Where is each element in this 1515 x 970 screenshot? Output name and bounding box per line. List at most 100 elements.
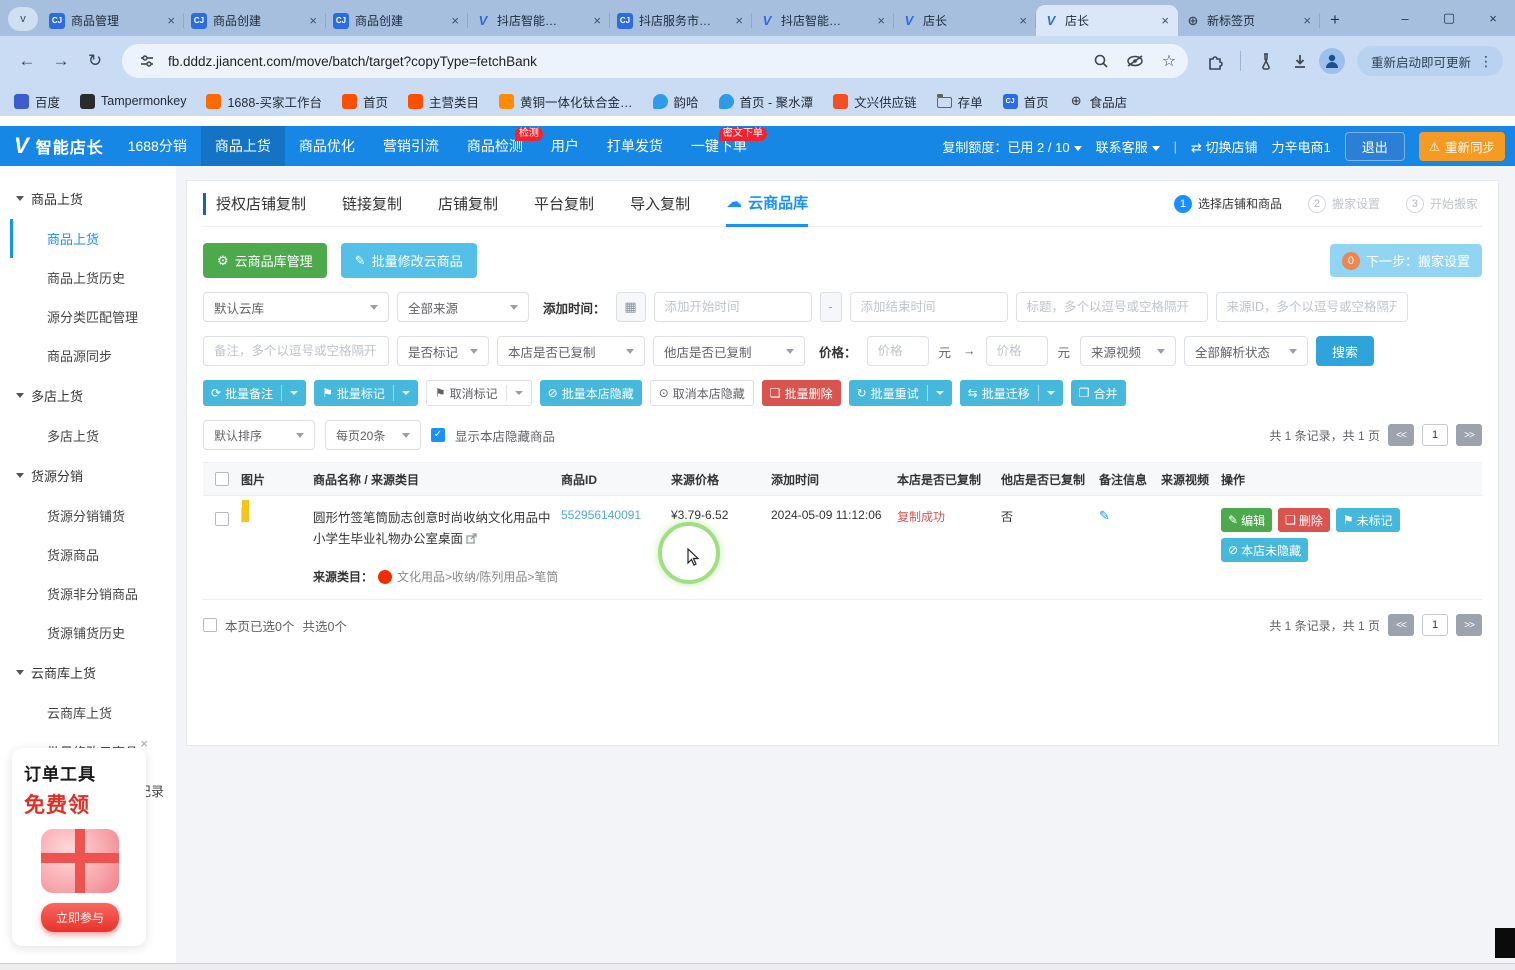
browser-tab-active[interactable]: V店长× [1036,5,1178,36]
footer-select-all-checkbox[interactable] [203,618,217,632]
batch-note-button[interactable]: ⟳批量备注 [203,380,306,406]
tab-close-icon[interactable]: × [591,13,603,28]
tab-shop-copy[interactable]: 店铺复制 [438,181,498,227]
bookmark-item[interactable]: Tampermonkey [80,94,186,109]
nav-item-shipping[interactable]: 打单发货 [593,126,677,166]
cloud-library-select[interactable]: 默认云库 [203,292,389,322]
tab-cloud-product-library[interactable]: ☁云商品库 [726,181,808,227]
calendar-icon[interactable]: ▦ [616,292,646,322]
show-hidden-checkbox[interactable]: ✓ [431,428,445,442]
sidebar-item-non-distribution[interactable]: 货源非分销商品 [10,574,176,613]
sidebar-item-source-products[interactable]: 货源商品 [10,535,176,574]
sync-button[interactable]: ⚠重新同步 [1419,132,1505,161]
back-button[interactable]: ← [12,46,42,76]
other-shop-copied-select[interactable]: 他店是否已复制 [653,336,805,366]
nav-item-detect[interactable]: 商品检测检测 [453,126,537,166]
nav-item-product-upload[interactable]: 商品上货 [201,126,285,166]
nav-item-users[interactable]: 用户 [537,126,593,166]
batch-mark-button[interactable]: ⚑批量标记 [314,380,418,406]
extensions-icon[interactable] [1200,46,1230,76]
switch-shop[interactable]: ⇄ 切换店铺 [1191,137,1258,156]
zoom-icon[interactable] [1088,48,1114,74]
kebab-menu-icon[interactable]: ⋮ [1479,53,1493,70]
end-time-input[interactable] [850,292,1008,322]
sidebar-item-listing-history[interactable]: 货源铺货历史 [10,613,176,652]
profile-avatar[interactable] [1319,48,1345,74]
merge-button[interactable]: ❐合并 [1071,380,1126,406]
bookmark-folder[interactable]: 存单 [937,92,983,111]
sidebar-group-multi-shop[interactable]: 多店上货 [0,375,176,416]
sort-select[interactable]: 默认排序 [203,420,315,450]
source-id-input[interactable] [1216,292,1408,322]
tab-search-button[interactable]: v [8,7,38,31]
cancel-hide-button[interactable]: ⊙取消本店隐藏 [650,380,754,406]
start-time-input[interactable] [654,292,812,322]
bookmark-item[interactable]: ⊕食品店 [1069,92,1128,111]
batch-hide-button[interactable]: ⊘批量本店隐藏 [540,380,642,406]
new-tab-button[interactable]: + [1320,10,1350,36]
price-max-input[interactable] [986,336,1048,366]
tab-platform-copy[interactable]: 平台复制 [534,181,594,227]
next-page-button[interactable]: >> [1456,614,1482,636]
site-info-icon[interactable] [134,48,160,74]
delete-button[interactable]: ❏删除 [1278,508,1330,532]
bookmark-item[interactable]: CJ首页 [1003,92,1049,111]
product-id-link[interactable]: 552956140091 [561,508,641,522]
cancel-mark-button[interactable]: ⚑取消标记 [426,380,532,406]
promo-close-icon[interactable]: × [140,736,148,751]
batch-migrate-button[interactable]: ⇆批量迁移 [960,380,1063,406]
page-size-select[interactable]: 每页20条 [325,420,421,450]
browser-tab[interactable]: V抖店智能…× [468,5,610,36]
nav-item-one-click-order[interactable]: 一键下单密文下单 [677,126,761,166]
sidebar-item-product-upload[interactable]: 商品上货 [10,219,176,258]
sidebar-item-cloud-upload[interactable]: 云商库上货 [10,693,176,732]
nav-item-1688[interactable]: 1688分销 [114,126,201,166]
sidebar-group-distribution[interactable]: 货源分销 [0,455,176,496]
tab-close-icon[interactable]: × [1301,13,1313,28]
tab-import-copy[interactable]: 导入复制 [630,181,690,227]
row-checkbox[interactable] [215,512,229,526]
download-icon[interactable] [1285,46,1315,76]
window-close-button[interactable]: × [1471,0,1515,36]
tab-close-icon[interactable]: × [1017,13,1029,28]
address-bar[interactable]: fb.dddz.jiancent.com/move/batch/target?c… [122,44,1188,78]
edit-button[interactable]: ✎编辑 [1221,508,1272,532]
price-min-input[interactable] [867,336,929,366]
sidebar-group-product-upload[interactable]: 商品上货 [0,178,176,219]
next-step-button[interactable]: 0下一步：搬家设置 [1330,244,1482,277]
reload-button[interactable]: ↻ [80,46,110,76]
logout-button[interactable]: 退出 [1345,132,1405,161]
mark-select[interactable]: 是否标记 [397,336,489,366]
cloud-library-manage-button[interactable]: ⚙云商品库管理 [203,243,327,278]
eye-off-icon[interactable] [1122,48,1148,74]
browser-tab[interactable]: ⊕新标签页× [1178,5,1320,36]
window-maximize-button[interactable]: ▢ [1427,0,1471,36]
bookmark-item[interactable]: 韵哈 [653,92,699,111]
prev-page-button[interactable]: << [1388,424,1414,446]
batch-edit-cloud-button[interactable]: ✎批量修改云商品 [341,243,477,278]
browser-tab[interactable]: CJ商品创建× [326,5,468,36]
sidebar-item-distribution-listing[interactable]: 货源分销铺货 [10,496,176,535]
tab-close-icon[interactable]: × [875,13,887,28]
this-shop-copied-select[interactable]: 本店是否已复制 [497,336,645,366]
bookmark-item[interactable]: 1688-买家工作台 [206,92,321,111]
edit-note-icon[interactable]: ✎ [1099,508,1110,523]
forward-button[interactable]: → [46,46,76,76]
search-button[interactable]: 搜索 [1316,336,1374,366]
next-page-button[interactable]: >> [1456,424,1482,446]
tab-link-copy[interactable]: 链接复制 [342,181,402,227]
promo-join-button[interactable]: 立即参与 [41,903,119,932]
browser-tab[interactable]: CJ抖店服务市…× [610,5,752,36]
nav-item-optimize[interactable]: 商品优化 [285,126,369,166]
page-number-button[interactable]: 1 [1422,614,1448,636]
chrome-update-button[interactable]: 重新启动即可更新 ⋮ [1357,46,1503,76]
select-all-checkbox[interactable] [215,472,229,486]
source-select[interactable]: 全部来源 [397,292,529,322]
bookmark-item[interactable]: 首页 - 聚水潭 [719,92,814,111]
batch-retry-button[interactable]: ↻批量重试 [849,380,952,406]
product-name[interactable]: 圆形竹签笔筒励志创意时尚收纳文化用品中小学生毕业礼物办公室桌面 [313,508,561,550]
batch-delete-button[interactable]: ❏批量删除 [762,380,841,406]
tab-close-icon[interactable]: × [733,13,745,28]
sidebar-item-source-sync[interactable]: 商品源同步 [10,336,176,375]
source-video-select[interactable]: 来源视频 [1080,336,1176,366]
